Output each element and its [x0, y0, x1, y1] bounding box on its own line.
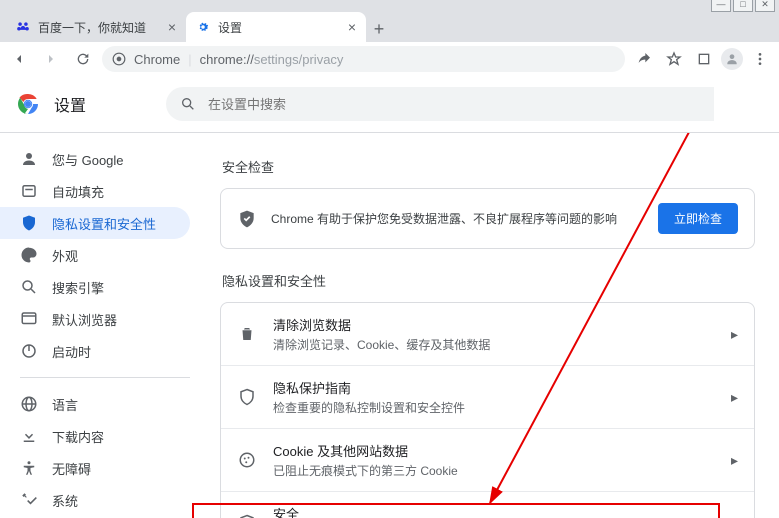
sidebar-item-downloads[interactable]: 下载内容	[0, 420, 190, 452]
sidebar-item-label: 自动填充	[52, 182, 104, 201]
sidebar-item-label: 隐私设置和安全性	[52, 214, 156, 233]
row-title: 安全	[273, 504, 715, 518]
window-minimize-button[interactable]: —	[711, 0, 731, 12]
sidebar-item-label: 外观	[52, 246, 78, 265]
privacy-list-card: 清除浏览数据清除浏览记录、Cookie、缓存及其他数据 ▸ 隐私保护指南检查重要…	[220, 302, 755, 518]
settings-sidebar: 您与 Google 自动填充 隐私设置和安全性 外观 搜索引擎 默认浏览器 启动…	[0, 133, 190, 518]
sidebar-item-label: 无障碍	[52, 459, 91, 478]
back-button[interactable]	[6, 46, 32, 72]
row-title: 清除浏览数据	[273, 315, 715, 334]
forward-button[interactable]	[38, 46, 64, 72]
sidebar-item-label: 您与 Google	[52, 150, 124, 169]
sidebar-item-search-engine[interactable]: 搜索引擎	[0, 271, 190, 303]
settings-title: 设置	[54, 92, 86, 116]
sidebar-item-accessibility[interactable]: 无障碍	[0, 452, 190, 484]
window-controls: — □ ✕	[711, 0, 775, 12]
sidebar-item-label: 默认浏览器	[52, 310, 117, 329]
row-clear-data[interactable]: 清除浏览数据清除浏览记录、Cookie、缓存及其他数据 ▸	[221, 303, 754, 365]
row-privacy-guide[interactable]: 隐私保护指南检查重要的隐私控制设置和安全控件 ▸	[221, 365, 754, 428]
settings-main: 安全检查 Chrome 有助于保护您免受数据泄露、不良扩展程序等问题的影响 立即…	[190, 133, 779, 518]
sidebar-item-privacy[interactable]: 隐私设置和安全性	[0, 207, 190, 239]
share-button[interactable]	[631, 46, 657, 72]
sidebar-separator	[20, 377, 190, 378]
gear-favicon-icon	[196, 20, 210, 34]
section-title-safety: 安全检查	[222, 157, 755, 176]
menu-button[interactable]	[747, 46, 773, 72]
sidebar-item-on-startup[interactable]: 启动时	[0, 335, 190, 367]
reload-button[interactable]	[70, 46, 96, 72]
browser-tab[interactable]: 百度一下，你就知道 ×	[6, 12, 186, 42]
window-maximize-button[interactable]: □	[733, 0, 753, 12]
settings-header: 设置	[0, 76, 779, 133]
chevron-right-icon: ▸	[731, 452, 738, 469]
row-security[interactable]: 安全安全浏览（保护您免受危险网站的侵害）和其他安全设置 ▸	[221, 491, 754, 518]
row-cookies[interactable]: Cookie 及其他网站数据已阻止无痕模式下的第三方 Cookie ▸	[221, 428, 754, 491]
row-desc: 清除浏览记录、Cookie、缓存及其他数据	[273, 336, 715, 353]
row-desc: 已阻止无痕模式下的第三方 Cookie	[273, 462, 715, 479]
sidebar-item-system[interactable]: 系统	[0, 484, 190, 516]
section-title-privacy: 隐私设置和安全性	[222, 271, 755, 290]
chrome-scheme-icon	[112, 52, 126, 66]
chevron-right-icon: ▸	[731, 515, 738, 518]
sidebar-item-label: 语言	[52, 395, 78, 414]
sidebar-item-label: 启动时	[52, 342, 91, 361]
tab-close-icon[interactable]: ×	[348, 19, 356, 35]
settings-search-input[interactable]	[206, 96, 700, 113]
tab-close-icon[interactable]: ×	[168, 19, 176, 35]
tab-title: 设置	[218, 19, 340, 36]
shield-check-icon	[237, 209, 257, 229]
row-desc: 检查重要的隐私控制设置和安全控件	[273, 399, 715, 416]
bookmark-button[interactable]	[661, 46, 687, 72]
chrome-logo-icon	[16, 92, 40, 116]
baidu-favicon-icon	[16, 20, 30, 34]
safety-check-button[interactable]: 立即检查	[658, 203, 738, 234]
url-path: settings/privacy	[254, 52, 344, 67]
shield-icon	[237, 388, 257, 406]
chevron-right-icon: ▸	[731, 389, 738, 406]
profile-avatar[interactable]	[721, 48, 743, 70]
window-titlebar: — □ ✕	[0, 0, 779, 8]
new-tab-button[interactable]: +	[366, 16, 392, 42]
chevron-right-icon: ▸	[731, 326, 738, 343]
extensions-button[interactable]	[691, 46, 717, 72]
row-title: Cookie 及其他网站数据	[273, 441, 715, 460]
browser-toolbar: Chrome | chrome://settings/privacy	[0, 42, 779, 77]
sidebar-item-label: 搜索引擎	[52, 278, 104, 297]
window-close-button[interactable]: ✕	[755, 0, 775, 12]
trash-icon	[237, 325, 257, 343]
url-host: chrome://	[200, 52, 254, 67]
sidebar-item-default-browser[interactable]: 默认浏览器	[0, 303, 190, 335]
sidebar-item-languages[interactable]: 语言	[0, 388, 190, 420]
address-bar[interactable]: Chrome | chrome://settings/privacy	[102, 46, 625, 72]
browser-tab[interactable]: 设置 ×	[186, 12, 366, 42]
sidebar-item-label: 系统	[52, 491, 78, 510]
row-title: 隐私保护指南	[273, 378, 715, 397]
cookie-icon	[237, 451, 257, 469]
sidebar-item-label: 下载内容	[52, 427, 104, 446]
sidebar-item-you-and-google[interactable]: 您与 Google	[0, 143, 190, 175]
security-icon	[237, 514, 257, 518]
sidebar-item-autofill[interactable]: 自动填充	[0, 175, 190, 207]
safety-check-card: Chrome 有助于保护您免受数据泄露、不良扩展程序等问题的影响 立即检查	[220, 188, 755, 249]
safety-check-text: Chrome 有助于保护您免受数据泄露、不良扩展程序等问题的影响	[271, 210, 644, 227]
search-icon	[180, 96, 196, 112]
sidebar-item-appearance[interactable]: 外观	[0, 239, 190, 271]
settings-search-box[interactable]	[166, 87, 714, 121]
tab-title: 百度一下，你就知道	[38, 19, 160, 36]
url-scheme-label: Chrome	[134, 52, 180, 67]
browser-tabstrip: 百度一下，你就知道 × 设置 × +	[0, 8, 779, 42]
